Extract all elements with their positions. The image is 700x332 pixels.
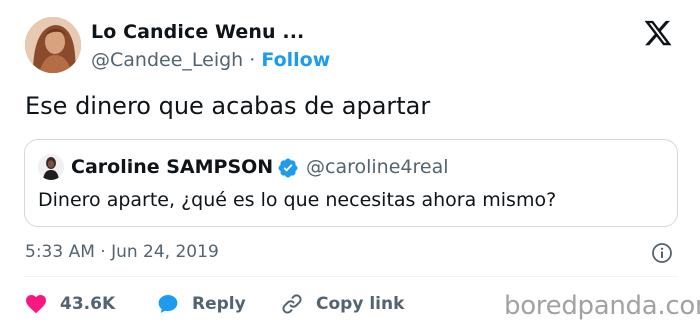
action-bar: 43.6K Reply Copy link: [24, 290, 444, 318]
quoted-tweet[interactable]: Caroline SAMPSON @caroline4real Dinero a…: [24, 139, 678, 227]
avatar-image: [25, 17, 81, 73]
speech-bubble-icon: [158, 295, 178, 313]
reply-button[interactable]: Reply: [156, 290, 246, 318]
link-icon: [282, 294, 302, 314]
copy-link-button[interactable]: Copy link: [280, 290, 404, 318]
tweet-text: Ese dinero que acabas de apartar: [25, 92, 431, 120]
author-handle-row: @Candee_Leigh · Follow: [91, 49, 330, 71]
quoted-author-avatar[interactable]: [38, 154, 64, 180]
heart-icon: [26, 295, 46, 314]
divider: [24, 276, 678, 277]
quoted-author-name[interactable]: Caroline SAMPSON: [71, 156, 273, 178]
quoted-tweet-text: Dinero aparte, ¿qué es lo que necesitas …: [38, 189, 557, 211]
author-handle[interactable]: @Candee_Leigh: [91, 49, 243, 71]
like-count: 43.6K: [60, 294, 116, 314]
tweet-card: Lo Candice Wenu ... @Candee_Leigh · Foll…: [0, 0, 700, 332]
separator: ·: [249, 49, 256, 71]
verified-badge-icon: [277, 157, 299, 179]
quoted-avatar-image: [38, 154, 64, 180]
tweet-timestamp[interactable]: 5:33 AM · Jun 24, 2019: [25, 242, 219, 262]
info-icon[interactable]: [651, 242, 673, 264]
x-logo-icon[interactable]: [643, 18, 673, 48]
quoted-author-handle[interactable]: @caroline4real: [306, 156, 449, 178]
follow-button[interactable]: Follow: [261, 49, 330, 71]
watermark: boredpanda.com: [504, 291, 700, 321]
copy-link-label: Copy link: [316, 294, 405, 314]
author-avatar[interactable]: [25, 17, 81, 73]
like-button[interactable]: 43.6K: [24, 290, 115, 318]
author-name[interactable]: Lo Candice Wenu ...: [91, 21, 304, 43]
reply-label: Reply: [192, 294, 246, 314]
